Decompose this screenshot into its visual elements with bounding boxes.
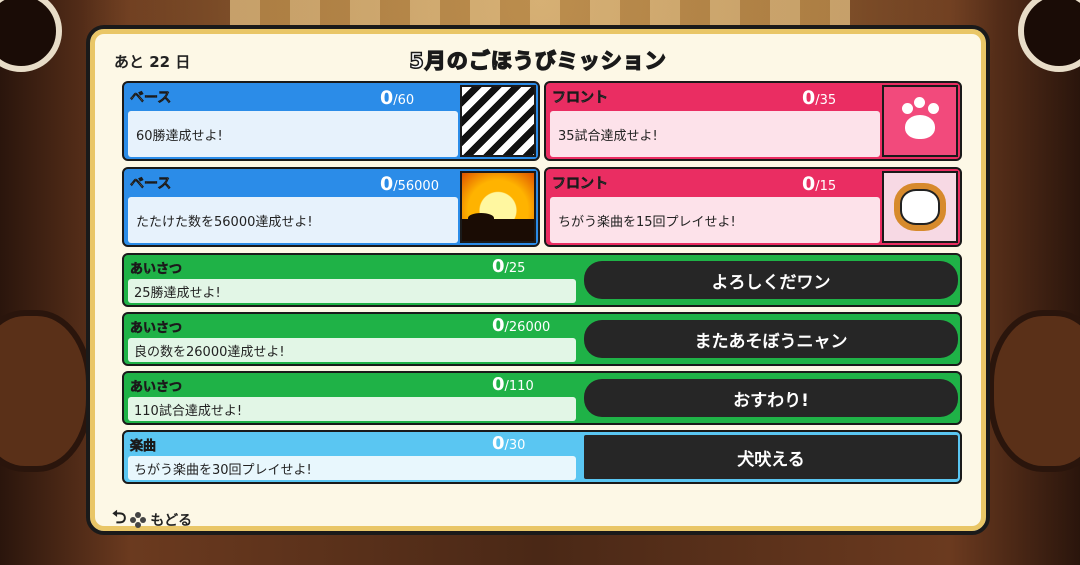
- row-progress: 0/26000: [492, 315, 551, 336]
- mission-card-front-songs[interactable]: フロント 0/15 ちがう楽曲を15回プレイせよ!: [544, 167, 962, 247]
- mission-card-base-wins[interactable]: ベース 0/60 60勝達成せよ!: [122, 81, 540, 161]
- return-arrow-icon: ⮌: [112, 507, 127, 528]
- mission-row-greeting-1[interactable]: あいさつ 0/25 25勝達成せよ! よろしくだワン: [122, 253, 962, 307]
- mission-panel: あと 22 日 5月のごほうびミッション ベース 0/60 60勝達成せよ! フ…: [86, 25, 990, 535]
- row-category: あいさつ: [130, 380, 183, 396]
- mission-card-base-hits[interactable]: ベース 0/56000 たたけた数を56000達成せよ!: [122, 167, 540, 247]
- row-description: 110試合達成せよ!: [128, 397, 576, 421]
- card-description: 60勝達成せよ!: [128, 111, 458, 157]
- card-description: ちがう楽曲を15回プレイせよ!: [550, 197, 880, 243]
- paw-icon: [882, 85, 958, 157]
- card-progress: 0/15: [802, 173, 837, 195]
- row-description: ちがう楽曲を30回プレイせよ!: [128, 456, 576, 480]
- mission-row-greeting-3[interactable]: あいさつ 0/110 110試合達成せよ! おすわり!: [122, 371, 962, 425]
- drum-decoration: [988, 310, 1080, 472]
- reward-label: 犬吠える: [584, 435, 958, 479]
- reward-label: またあそぼうニャン: [584, 320, 958, 358]
- row-progress: 0/110: [492, 374, 534, 395]
- mission-row-greeting-2[interactable]: あいさつ 0/26000 良の数を26000達成せよ! またあそぼうニャン: [122, 312, 962, 366]
- row-category: あいさつ: [130, 321, 183, 337]
- row-progress: 0/25: [492, 256, 526, 277]
- mission-card-front-matches[interactable]: フロント 0/35 35試合達成せよ!: [544, 81, 962, 161]
- savanna-sunset-icon: [460, 171, 536, 243]
- card-description: 35試合達成せよ!: [550, 111, 880, 157]
- card-description: たたけた数を56000達成せよ!: [128, 197, 458, 243]
- reward-label: よろしくだワン: [584, 261, 958, 299]
- card-category: ベース: [130, 176, 172, 193]
- card-category: フロント: [552, 90, 609, 107]
- cat-character-icon: [882, 171, 958, 243]
- row-description: 25勝達成せよ!: [128, 279, 576, 303]
- mission-row-song[interactable]: 楽曲 0/30 ちがう楽曲を30回プレイせよ! 犬吠える: [122, 430, 962, 484]
- panel-title: 5月のごほうびミッション: [408, 48, 667, 74]
- reward-label: おすわり!: [584, 379, 958, 417]
- row-progress: 0/30: [492, 433, 526, 454]
- zebra-pattern-icon: [460, 85, 536, 157]
- card-progress: 0/56000: [380, 173, 439, 195]
- row-description: 良の数を26000達成せよ!: [128, 338, 576, 362]
- row-category: あいさつ: [130, 262, 183, 278]
- back-label: もどる: [150, 513, 193, 529]
- card-category: ベース: [130, 90, 172, 107]
- row-category: 楽曲: [130, 439, 157, 455]
- card-category: フロント: [552, 176, 609, 193]
- back-button[interactable]: ⮌ もどる: [112, 505, 192, 535]
- dpad-icon: [130, 512, 147, 528]
- card-progress: 0/60: [380, 87, 415, 109]
- card-progress: 0/35: [802, 87, 837, 109]
